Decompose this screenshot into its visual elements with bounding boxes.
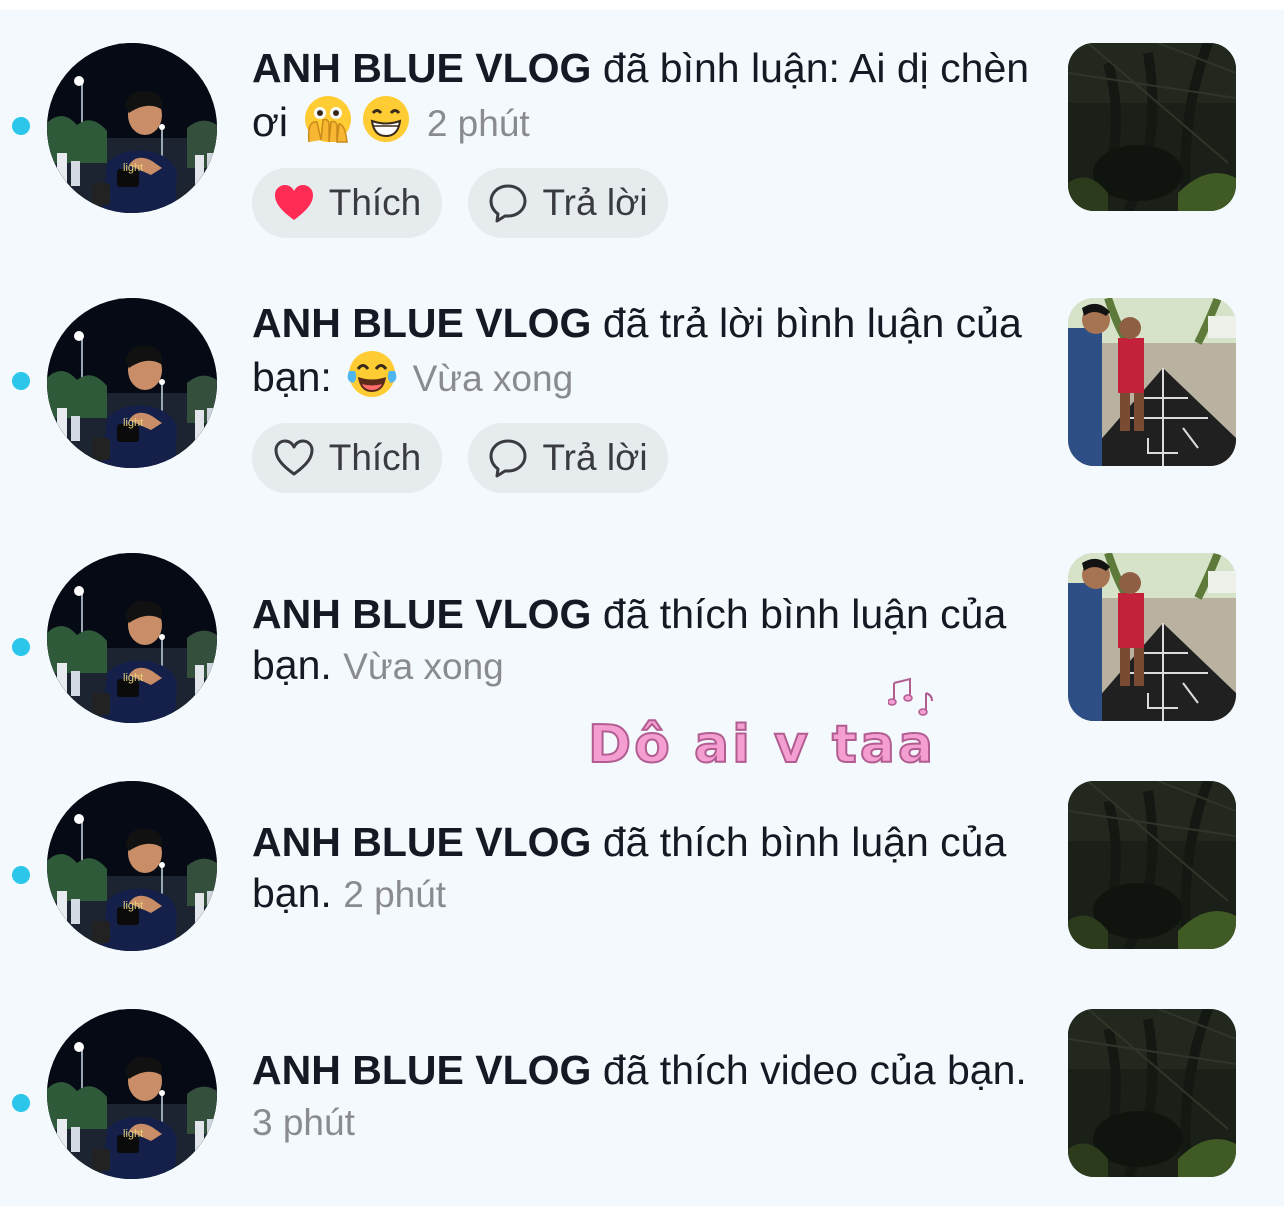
timestamp: Vừa xong	[343, 646, 504, 687]
reply-button[interactable]: Trả lời	[468, 423, 668, 493]
message: đã thích video của bạn.	[602, 1047, 1027, 1093]
reply-button[interactable]: Trả lời	[468, 168, 668, 238]
timestamp: 2 phút	[426, 103, 530, 144]
like-button[interactable]: Thích	[252, 423, 442, 493]
username[interactable]: ANH BLUE VLOG	[252, 1047, 591, 1093]
unread-dot	[12, 1094, 30, 1112]
video-thumbnail[interactable]	[1068, 553, 1236, 721]
avatar[interactable]	[47, 553, 217, 723]
face-with-open-eyes-and-hand-over-mouth-icon	[305, 96, 352, 143]
video-thumbnail[interactable]	[1068, 298, 1236, 466]
reply-label: Trả lời	[542, 437, 648, 478]
like-label: Thích	[328, 182, 422, 223]
notification-text: ANH BLUE VLOG đã trả lời bình luận của b…	[252, 298, 1042, 404]
unread-dot	[12, 117, 30, 135]
video-thumbnail[interactable]	[1068, 1009, 1236, 1177]
username[interactable]: ANH BLUE VLOG	[252, 819, 591, 865]
username[interactable]: ANH BLUE VLOG	[252, 591, 591, 637]
grinning-face-with-smiling-eyes-icon	[363, 96, 410, 142]
like-button[interactable]: Thích	[252, 168, 442, 238]
avatar[interactable]	[47, 43, 217, 213]
notification-text: ANH BLUE VLOG đã thích bình luận của bạn…	[252, 817, 1042, 920]
face-with-tears-of-joy-icon	[347, 351, 397, 397]
unread-dot	[12, 638, 30, 656]
video-thumbnail[interactable]	[1068, 43, 1236, 211]
comment-bubble-icon	[489, 439, 527, 478]
username[interactable]: ANH BLUE VLOG	[252, 300, 591, 346]
music-notes-icon	[888, 677, 933, 716]
reply-label: Trả lời	[542, 182, 648, 223]
notification-text: ANH BLUE VLOG đã bình luận: Ai dị chèn ơ…	[252, 43, 1042, 149]
unread-dot	[12, 372, 30, 390]
timestamp: Vừa xong	[412, 358, 574, 399]
timestamp: 3 phút	[252, 1102, 355, 1143]
avatar[interactable]	[47, 1009, 217, 1179]
video-thumbnail[interactable]	[1068, 781, 1236, 949]
heart-outline-icon	[274, 439, 314, 476]
username[interactable]: ANH BLUE VLOG	[252, 45, 591, 91]
notification-text: ANH BLUE VLOG đã thích video của bạn. 3 …	[252, 1045, 1042, 1148]
heart-filled-icon	[274, 185, 313, 220]
overlay-caption: Dô ai v taa	[587, 714, 937, 776]
avatar[interactable]	[47, 781, 217, 951]
unread-dot	[12, 866, 30, 884]
avatar[interactable]	[47, 298, 217, 468]
notification-list: ANH BLUE VLOG đã bình luận: Ai dị chèn ơ…	[0, 10, 1284, 1206]
comment-bubble-icon	[489, 184, 527, 223]
like-label: Thích	[328, 437, 422, 478]
timestamp: 2 phút	[343, 874, 447, 915]
